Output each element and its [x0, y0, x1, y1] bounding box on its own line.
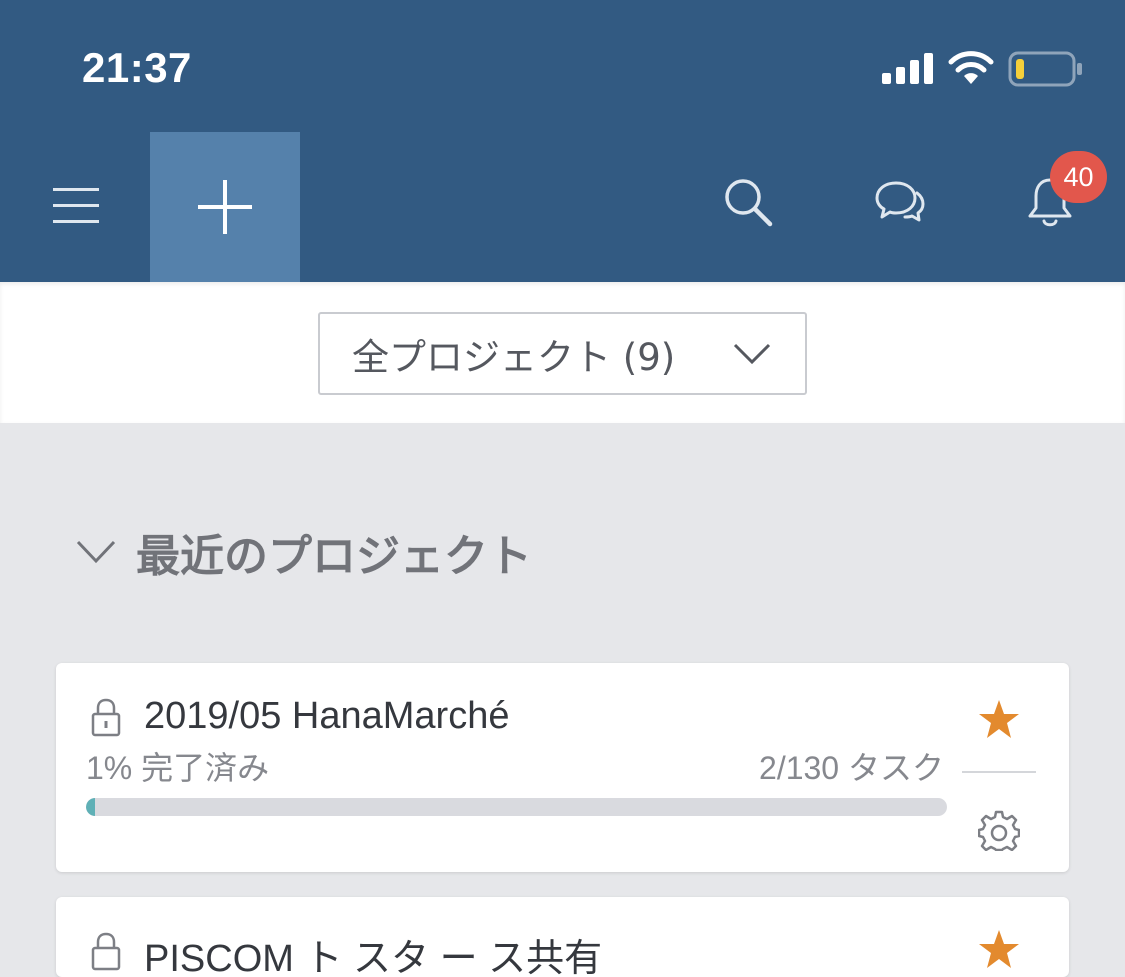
hamburger-menu-icon	[53, 188, 99, 223]
project-progress-bar	[86, 798, 947, 816]
menu-button[interactable]	[40, 170, 112, 242]
lock-icon	[91, 698, 121, 737]
star-icon[interactable]	[978, 699, 1020, 739]
chat-bubbles-icon	[875, 181, 925, 222]
search-button[interactable]	[712, 166, 784, 238]
filter-bar: 全プロジェクト (9)	[0, 282, 1125, 423]
section-title: 最近のプロジェクト	[136, 531, 532, 582]
add-project-button[interactable]	[150, 132, 300, 282]
chevron-down-icon	[733, 343, 771, 365]
battery-icon	[1008, 51, 1082, 87]
recent-projects-toggle[interactable]: 最近のプロジェクト	[76, 520, 532, 584]
cellular-signal-icon	[882, 53, 933, 84]
search-icon	[725, 179, 773, 227]
project-filter-label: 全プロジェクト (9)	[352, 335, 676, 379]
project-title: PISCOM ト スタ ー ス共有	[144, 938, 603, 977]
star-icon[interactable]	[978, 929, 1020, 969]
wifi-icon	[948, 51, 994, 84]
project-task-count: 2/130 タスク	[759, 750, 944, 786]
chat-button[interactable]	[864, 166, 936, 238]
app-header: 21:37 40	[0, 0, 1125, 282]
status-time: 21:37	[82, 44, 192, 91]
project-card[interactable]: 2019/05 HanaMarché 1% 完了済み 2/130 タスク	[56, 663, 1069, 872]
project-card[interactable]: PISCOM ト スタ ー ス共有	[56, 897, 1069, 977]
project-title: 2019/05 HanaMarché	[144, 695, 510, 737]
project-filter-dropdown[interactable]: 全プロジェクト (9)	[318, 312, 807, 395]
divider	[962, 771, 1036, 773]
notification-badge: 40	[1050, 151, 1107, 203]
lock-icon	[91, 932, 121, 971]
project-progress-fill	[86, 798, 95, 816]
plus-icon	[198, 180, 252, 234]
gear-icon[interactable]	[978, 809, 1020, 851]
project-progress-text: 1% 完了済み	[86, 750, 270, 786]
chevron-down-icon	[76, 540, 116, 564]
